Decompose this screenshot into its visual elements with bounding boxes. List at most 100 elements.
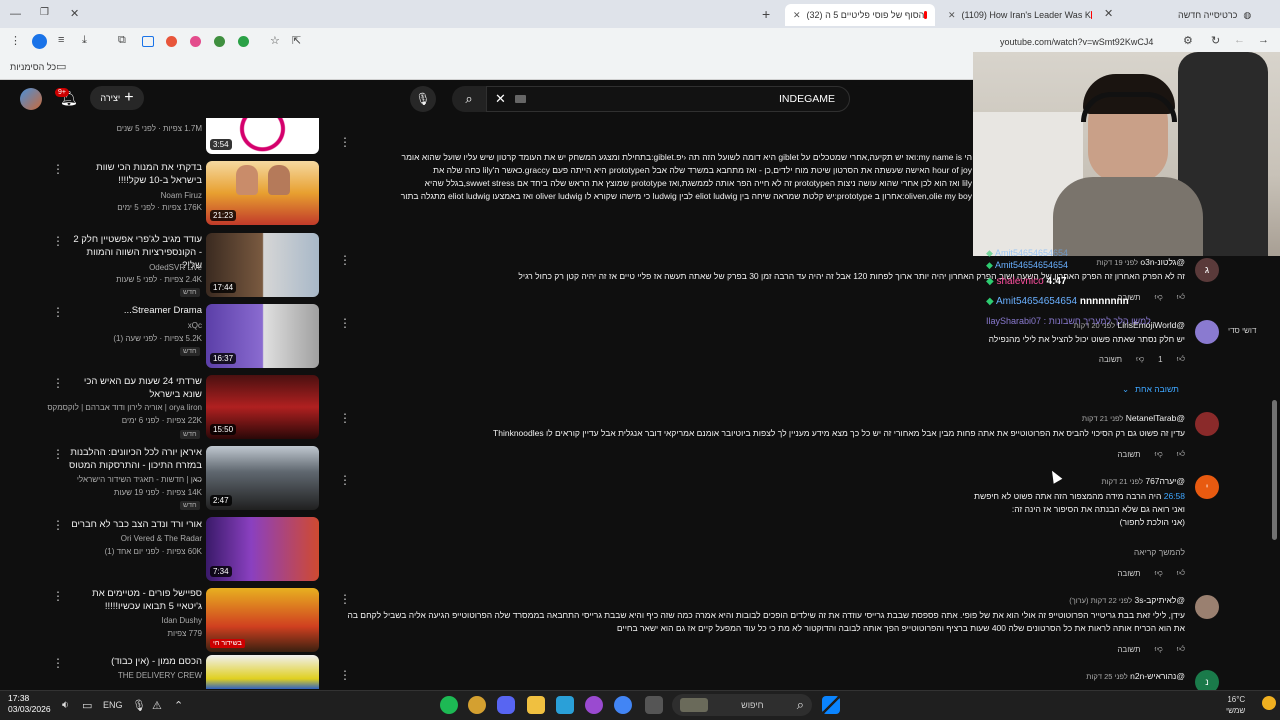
commenter-avatar[interactable] <box>1195 320 1219 344</box>
more-icon[interactable]: ⋮ <box>339 317 351 329</box>
comment-time[interactable]: לפני 21 דקות <box>1082 414 1124 423</box>
timestamp-link[interactable]: 26:58 <box>1164 491 1185 501</box>
chrome-icon[interactable] <box>614 696 632 714</box>
more-icon[interactable]: ⋮ <box>339 254 351 266</box>
more-icon[interactable]: ⋮ <box>52 306 64 318</box>
search-box[interactable]: ✕ INDEGAME <box>486 86 850 112</box>
channel-name[interactable]: Noam Firuz <box>40 190 202 201</box>
channel-name[interactable]: כאן | חדשות - תאגיד השידור הישראלי <box>40 474 202 485</box>
more-icon[interactable]: ⋮ <box>52 448 64 460</box>
site-settings-icon[interactable]: ⚙ <box>1183 34 1193 47</box>
app-icon-3[interactable] <box>645 696 663 714</box>
extension-icon[interactable] <box>142 36 154 47</box>
minimize-icon[interactable]: — <box>10 8 21 20</box>
share-icon[interactable]: ⇱ <box>292 34 301 47</box>
download-icon[interactable]: ⤓ <box>82 34 87 47</box>
scrollbar-thumb[interactable] <box>1272 400 1277 540</box>
video-title[interactable]: שרדתי 24 שעות עם האיש הכי שונא בישראל <box>68 375 202 401</box>
tab-new[interactable]: כרטיסייה חדשה ◍ <box>1170 4 1255 26</box>
comment-time[interactable]: לפני 25 דקות <box>1086 672 1128 681</box>
profile-icon[interactable] <box>32 34 47 49</box>
reply-button[interactable]: תשובה <box>1117 569 1140 578</box>
commenter-avatar[interactable] <box>1195 412 1219 436</box>
video-thumbnail[interactable]: 17:44 <box>206 233 319 297</box>
video-title[interactable]: Streamer Drama... <box>68 304 202 317</box>
mic-icon[interactable]: 🎙︎ <box>410 86 436 112</box>
keyboard-icon[interactable] <box>515 95 526 103</box>
video-thumbnail[interactable]: 2:47 <box>206 446 319 510</box>
dislike-icon[interactable]: 👎︎ <box>1155 449 1163 459</box>
video-title[interactable]: אורי ורד ונדב הצב כבר לא חברים <box>68 518 202 531</box>
file-explorer-icon[interactable] <box>527 696 545 714</box>
comment-time[interactable]: לפני 21 דקות <box>1101 477 1143 486</box>
author-name[interactable]: @NetanelTarab <box>1126 413 1185 423</box>
extension-icon-5[interactable] <box>238 36 249 47</box>
extension-icon-3[interactable] <box>190 36 201 47</box>
mic-icon[interactable]: 🎙︎ <box>132 699 146 712</box>
video-title[interactable]: בדקתי את המנות הכי שוות בישראל ב-10 שקל!… <box>68 161 202 187</box>
tune-icon[interactable]: ≡ <box>58 34 64 46</box>
more-icon[interactable]: ⋮ <box>339 669 351 681</box>
create-button[interactable]: יצירה + <box>90 86 144 110</box>
channel-name[interactable]: OdedSVR Live <box>40 262 202 273</box>
close-window-icon[interactable]: ✕ <box>70 7 79 20</box>
author-name[interactable]: @לאיתיקב-3s <box>1134 595 1185 605</box>
taskbar-search[interactable]: ⌕ חיפוש <box>672 694 812 716</box>
reply-button[interactable]: תשובה <box>1099 355 1122 364</box>
weather-widget[interactable]: 16°C שמשי <box>1226 694 1245 716</box>
video-title[interactable]: ספיישל פורים - מטיימים את ג'יטאיי 5 תבוא… <box>68 587 202 613</box>
comment-author[interactable]: @נהוראיש-n2n לפני 25 דקות <box>1086 671 1185 681</box>
channel-name[interactable]: Ori Vered & The Radar <box>40 533 202 544</box>
reply-button[interactable]: תשובה <box>1117 450 1140 459</box>
back-icon[interactable]: → <box>1258 34 1269 46</box>
video-thumbnail[interactable]: בשידור חי <box>206 588 319 652</box>
search-button[interactable]: ⌕ <box>452 86 486 112</box>
author-name[interactable]: @יערה767 <box>1145 476 1185 486</box>
network-icon[interactable]: ▭ <box>82 699 92 712</box>
app-icon[interactable] <box>468 696 486 714</box>
video-thumbnail[interactable]: 7:34 <box>206 517 319 581</box>
spotify-icon[interactable] <box>440 696 458 714</box>
comment-author[interactable]: @NetanelTarab לפני 21 דקות <box>1082 413 1185 423</box>
extensions-icon[interactable]: ⧉ <box>118 34 126 47</box>
volume-icon[interactable]: 🔉︎ <box>62 699 69 712</box>
more-icon[interactable]: ⋮ <box>52 657 64 669</box>
restore-icon[interactable]: ❐ <box>40 7 49 18</box>
extension-icon-2[interactable] <box>166 36 177 47</box>
like-icon[interactable]: 👍︎ <box>1177 449 1185 459</box>
more-icon[interactable]: ⋮ <box>52 519 64 531</box>
new-tab-icon[interactable]: + <box>762 6 770 22</box>
close-tab-icon[interactable]: ✕ <box>793 10 801 21</box>
reply-button[interactable]: תשובה <box>1117 645 1140 654</box>
dislike-icon[interactable]: 👎︎ <box>1155 568 1163 578</box>
more-icon[interactable]: ⋮ <box>339 136 351 148</box>
video-title[interactable]: הכסם ממון - (אין כבוד) <box>68 655 202 668</box>
more-icon[interactable]: ⋮ <box>52 235 64 247</box>
clear-search-icon[interactable]: ✕ <box>495 91 506 107</box>
wifi-off-icon[interactable]: ⚠ <box>152 699 162 712</box>
channel-name[interactable]: xQc <box>40 320 202 331</box>
forward-icon[interactable]: ← <box>1234 34 1245 46</box>
menu-dots-icon[interactable]: ⋮ <box>10 34 21 47</box>
more-icon[interactable]: ⋮ <box>52 377 64 389</box>
video-thumbnail[interactable]: 21:23 <box>206 161 319 225</box>
comment-time[interactable]: לפני 22 דקות (ערוך) <box>1069 596 1132 605</box>
close-tab-icon[interactable]: ✕ <box>1104 7 1113 20</box>
more-icon[interactable]: ⋮ <box>339 593 351 605</box>
dislike-icon[interactable]: 👎︎ <box>1136 354 1144 364</box>
url-bar[interactable]: youtube.com/watch?v=wSmt92KwCJ4 <box>1000 37 1153 47</box>
all-bookmarks-label[interactable]: כל הסימניות <box>10 62 56 72</box>
search-input[interactable]: INDEGAME <box>779 93 835 105</box>
clock[interactable]: 17:38 03/03/2026 <box>8 693 51 715</box>
reload-icon[interactable]: ↻ <box>1211 34 1220 47</box>
commenter-avatar[interactable]: י <box>1195 475 1219 499</box>
discord-icon[interactable] <box>497 696 515 714</box>
bookmark-star-icon[interactable]: ☆ <box>270 34 280 47</box>
more-icon[interactable]: ⋮ <box>52 590 64 602</box>
extension-icon-4[interactable] <box>214 36 225 47</box>
chevron-up-icon[interactable]: ⌃ <box>174 699 183 712</box>
more-icon[interactable]: ⋮ <box>52 163 64 175</box>
video-thumbnail[interactable]: 16:37 <box>206 304 319 368</box>
like-icon[interactable]: 👍︎ <box>1177 568 1185 578</box>
video-thumbnail[interactable]: 15:50 <box>206 375 319 439</box>
